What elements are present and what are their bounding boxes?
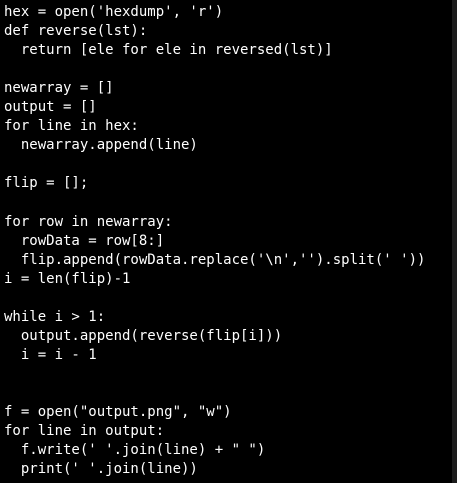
code-line-15: i = len(flip)-1 <box>4 270 131 287</box>
code-line-11 <box>4 193 425 212</box>
code-line-10: flip = []; <box>4 175 89 192</box>
code-line-5: newarray = [] <box>4 80 114 97</box>
code-editor[interactable]: hex = open('hexdump', 'r') def reverse(l… <box>0 0 452 483</box>
code-line-20 <box>4 365 425 384</box>
code-line-9 <box>4 155 425 174</box>
vertical-scrollbar[interactable] <box>452 0 457 483</box>
code-line-1: hex = open('hexdump', 'r') <box>4 4 224 20</box>
code-line-8: newarray.append(line) <box>4 137 198 154</box>
code-line-18: output.append(reverse(flip[i])) <box>4 327 283 344</box>
code-line-22: f = open("output.png", "w") <box>4 403 232 420</box>
code-line-6: output = [] <box>4 99 97 116</box>
code-line-23: for line in output: <box>4 423 165 440</box>
code-line-19: i = i - 1 <box>4 346 97 363</box>
code-line-21 <box>4 384 425 403</box>
code-line-17: while i > 1: <box>4 308 106 325</box>
code-line-14: flip.append(rowData.replace('\n','').spl… <box>4 251 426 268</box>
code-line-24: f.write(' '.join(line) + " ") <box>4 442 266 459</box>
code-line-3: return [ele for ele in reversed(lst)] <box>4 42 333 59</box>
code-lines: hex = open('hexdump', 'r') def reverse(l… <box>4 3 425 479</box>
code-line-2: def reverse(lst): <box>4 23 148 40</box>
code-line-12: for row in newarray: <box>4 213 173 230</box>
code-line-16 <box>4 289 425 308</box>
code-line-13: rowData = row[8:] <box>4 232 165 249</box>
code-line-7: for line in hex: <box>4 118 139 135</box>
code-line-4 <box>4 60 425 79</box>
code-line-25: print(' '.join(line)) <box>4 461 198 478</box>
